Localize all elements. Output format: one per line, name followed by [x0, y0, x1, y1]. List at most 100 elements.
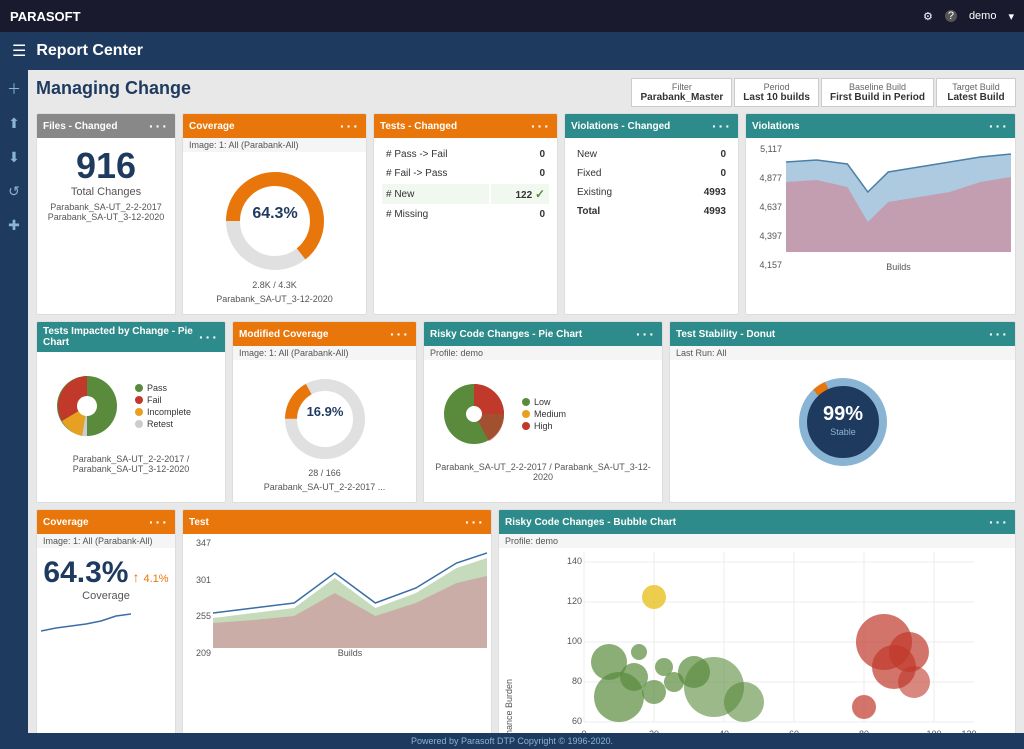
table-row: # New 122 ✓	[382, 184, 549, 204]
page-header: Managing Change Filter Parabank_Master P…	[36, 78, 1016, 107]
violations-chart-menu[interactable]: ···	[989, 118, 1009, 134]
modified-coverage-menu[interactable]: ···	[390, 326, 410, 342]
test-stability-body: 99% Stable	[670, 360, 1015, 484]
user-label[interactable]: demo	[969, 10, 997, 22]
y-label: 301	[187, 575, 211, 585]
sidebar-add-icon[interactable]: ✚	[3, 214, 25, 236]
incomplete-dot	[135, 408, 143, 416]
files-changed-body: 916 Total Changes Parabank_SA-UT_2-2-201…	[37, 138, 175, 230]
main-content: Managing Change Filter Parabank_Master P…	[28, 70, 1024, 749]
hamburger-icon[interactable]: ☰	[12, 41, 26, 61]
coverage-small-body: 64.3% ↑ 4.1% Coverage	[37, 548, 175, 644]
sidebar-plus-icon[interactable]: ＋	[3, 78, 25, 100]
sidebar-download-icon[interactable]: ⬇	[3, 146, 25, 168]
target-item[interactable]: Target Build Latest Build	[936, 78, 1016, 107]
modified-coverage-title: Modified Coverage	[239, 329, 328, 340]
svg-text:60: 60	[572, 716, 582, 726]
report-center-title: Report Center	[36, 42, 143, 60]
svg-text:80: 80	[572, 676, 582, 686]
coverage-menu[interactable]: ···	[340, 118, 360, 134]
gear-icon[interactable]: ⚙	[923, 10, 933, 23]
tests-impacted-body: Pass Fail Incomplete	[37, 352, 225, 480]
bubble-chart-title: Risky Code Changes - Bubble Chart	[505, 517, 676, 528]
coverage-ratio: 2.8K / 4.3K	[189, 280, 360, 294]
files-changed-label: Total Changes	[41, 186, 171, 198]
violations-area-chart	[786, 142, 1011, 262]
svg-text:140: 140	[567, 556, 582, 566]
coverage-small-value: 64.3% ↑ 4.1%	[41, 556, 171, 590]
tests-table: # Pass -> Fail 0 # Fail -> Pass 0 # New …	[380, 144, 551, 225]
violations-chart-widget: Violations ··· 5,117 4,877 4,637 4,397 4…	[745, 113, 1016, 315]
fail-label: Fail	[147, 395, 162, 405]
tests-changed-menu[interactable]: ···	[531, 118, 551, 134]
user-dropdown-icon[interactable]: ▾	[1008, 10, 1014, 23]
sidebar-export-icon[interactable]: ⬆	[3, 112, 25, 134]
files-changed-title: Files - Changed	[43, 121, 117, 132]
top-nav-right: ⚙ ? demo ▾	[923, 10, 1014, 23]
test-line-body: 347 301 255 209	[183, 534, 491, 662]
coverage-small-title: Coverage	[43, 517, 89, 528]
tests-row-label: # Missing	[382, 206, 489, 223]
violation-value: 4993	[666, 184, 730, 201]
period-item[interactable]: Period Last 10 builds	[734, 78, 819, 107]
test-stability-menu[interactable]: ···	[989, 326, 1009, 342]
violations-chart-inner: 5,117 4,877 4,637 4,397 4,157	[750, 142, 1011, 272]
violations-table: New 0 Fixed 0 Existing 4993 Total	[571, 144, 732, 222]
test-line-chart-widget: Test ··· 347 301 255 209	[182, 509, 492, 749]
row-3: Coverage ··· Image: 1: All (Parabank-All…	[36, 509, 1016, 749]
pass-dot	[135, 384, 143, 392]
modified-coverage-body: 16.9% 28 / 166 Parabank_SA-UT_2-2-2017 .…	[233, 360, 416, 502]
svg-text:Stable: Stable	[830, 427, 856, 437]
test-stability-sub: Last Run: All	[670, 346, 1015, 360]
help-icon[interactable]: ?	[945, 10, 957, 22]
y-label: 5,117	[750, 144, 782, 154]
table-row: # Missing 0	[382, 206, 549, 223]
svg-text:16.9%: 16.9%	[306, 404, 343, 419]
test-stability-title: Test Stability - Donut	[676, 329, 775, 340]
risky-code-sub: Profile: demo	[424, 346, 662, 360]
tests-impacted-menu[interactable]: ···	[199, 329, 219, 345]
coverage-sparkline	[41, 606, 131, 636]
coverage-small-sub: Image: 1: All (Parabank-All)	[37, 534, 175, 548]
tests-changed-body: # Pass -> Fail 0 # Fail -> Pass 0 # New …	[374, 138, 557, 231]
retest-dot	[135, 420, 143, 428]
modified-build: Parabank_SA-UT_2-2-2017 ...	[239, 482, 410, 496]
tests-impacted-pie-wrap: Pass Fail Incomplete	[43, 358, 219, 454]
parasoft-logo: PARASOFT	[10, 9, 81, 24]
modified-ratio: 28 / 166	[239, 468, 410, 482]
test-line-title: Test	[189, 517, 209, 528]
violations-y-axis: 5,117 4,877 4,637 4,397 4,157	[750, 142, 782, 272]
coverage-small-menu[interactable]: ···	[149, 514, 169, 530]
tests-impacted-header: Tests Impacted by Change - Pie Chart ···	[37, 322, 225, 352]
medium-dot	[522, 410, 530, 418]
bubble-chart-menu[interactable]: ···	[989, 514, 1009, 530]
coverage-small-header: Coverage ···	[37, 510, 175, 534]
svg-text:100: 100	[567, 636, 582, 646]
violations-changed-title: Violations - Changed	[571, 121, 670, 132]
violations-changed-menu[interactable]: ···	[712, 118, 732, 134]
violations-chart-svg-wrap: Builds	[786, 142, 1011, 272]
risky-code-menu[interactable]: ···	[636, 326, 656, 342]
legend-retest: Retest	[135, 419, 191, 429]
violation-label: New	[573, 146, 664, 163]
coverage-donut: 64.3%	[189, 158, 360, 280]
violation-label: Total	[573, 203, 664, 220]
files-changed-menu[interactable]: ···	[149, 118, 169, 134]
coverage-small-widget: Coverage ··· Image: 1: All (Parabank-All…	[36, 509, 176, 749]
test-line-menu[interactable]: ···	[465, 514, 485, 530]
fail-dot	[135, 396, 143, 404]
tests-impacted-legend: Pass Fail Incomplete	[135, 383, 191, 429]
table-row: Existing 4993	[573, 184, 730, 201]
sidebar-refresh-icon[interactable]: ↺	[3, 180, 25, 202]
risky-code-widget: Risky Code Changes - Pie Chart ··· Profi…	[423, 321, 663, 503]
legend-high: High	[522, 421, 566, 431]
baseline-item[interactable]: Baseline Build First Build in Period	[821, 78, 934, 107]
violations-chart-title: Violations	[752, 121, 800, 132]
y-label: 4,877	[750, 173, 782, 183]
coverage-title: Coverage	[189, 121, 235, 132]
test-x-label: Builds	[213, 648, 487, 658]
files-changed-number: 916	[41, 146, 171, 186]
violations-x-label: Builds	[786, 262, 1011, 272]
modified-coverage-widget: Modified Coverage ··· Image: 1: All (Par…	[232, 321, 417, 503]
filter-item[interactable]: Filter Parabank_Master	[631, 78, 732, 107]
